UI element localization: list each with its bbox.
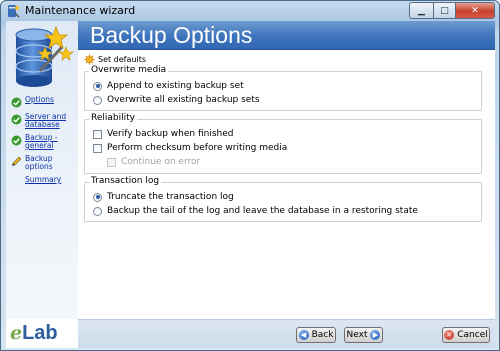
step-label: Backup options [25, 154, 53, 171]
step-server-and-database[interactable]: Server and database [11, 113, 79, 129]
checkbox-indicator [93, 143, 102, 153]
window-controls: ▁ □ ✕ [409, 2, 495, 19]
step-options[interactable]: Options [11, 96, 79, 108]
set-defaults-button[interactable]: Set defaults [84, 54, 146, 65]
option-label: Append to existing backup set [107, 81, 244, 91]
step-backup-general[interactable]: Backup - general [11, 134, 79, 150]
steps-sidebar: Options Server and database Backup - gen… [6, 21, 79, 344]
minimize-icon: ▁ [418, 5, 425, 16]
page-title: Backup Options [90, 22, 253, 48]
elab-logo: e Lab [10, 321, 58, 345]
option-label: Overwrite all existing backup sets [107, 95, 260, 105]
maximize-button[interactable]: □ [433, 2, 455, 19]
step-label: Options [25, 95, 54, 104]
back-label: Back [311, 330, 334, 340]
option-label: Perform checksum before writing media [107, 143, 288, 153]
step-backup-options[interactable]: Backup options [11, 155, 79, 171]
option-label: Verify backup when finished [107, 129, 234, 139]
back-button[interactable]: ◀ Back [296, 327, 336, 343]
window-title: Maintenance wizard [25, 4, 136, 17]
radio-indicator [93, 206, 102, 216]
wizard-app-icon [6, 4, 20, 18]
verify-backup-checkbox[interactable]: Verify backup when finished [93, 129, 233, 139]
cancel-icon: ✕ [444, 330, 455, 340]
cancel-button[interactable]: ✕ Cancel [442, 327, 490, 343]
option-label: Continue on error [121, 157, 201, 167]
green-check-icon [11, 114, 22, 125]
green-check-icon [11, 97, 22, 108]
wizard-footer: ◀ Back Next ▶ ✕ Cancel [78, 319, 495, 348]
minimize-button[interactable]: ▁ [409, 2, 433, 19]
cancel-label: Cancel [457, 330, 488, 340]
page-header: Backup Options [78, 21, 495, 50]
title-bar[interactable]: Maintenance wizard ▁ □ ✕ [1, 1, 499, 21]
wizard-client-area: Options Server and database Backup - gen… [6, 21, 495, 348]
sun-gear-icon [84, 54, 95, 65]
step-label: Backup - general [25, 133, 58, 150]
set-defaults-label: Set defaults [98, 55, 146, 64]
step-label: Summary [25, 175, 62, 184]
options-panel: Set defaults Overwrite media Append to e… [78, 50, 495, 319]
truncate-log-radio[interactable]: Truncate the transaction log [93, 192, 234, 202]
checkbox-indicator [107, 157, 116, 167]
radio-indicator [93, 95, 102, 105]
close-button[interactable]: ✕ [455, 2, 495, 19]
transaction-log-group: Transaction log Truncate the transaction… [84, 176, 482, 222]
next-button[interactable]: Next ▶ [344, 327, 383, 343]
option-label: Backup the tail of the log and leave the… [107, 206, 418, 216]
overwrite-media-group: Overwrite media Append to existing backu… [84, 65, 482, 111]
close-icon: ✕ [471, 5, 479, 16]
continue-on-error-checkbox[interactable]: Continue on error [107, 157, 200, 167]
next-arrow-icon: ▶ [370, 330, 381, 340]
checkbox-indicator [93, 129, 102, 139]
logo-text: Lab [22, 321, 58, 344]
back-arrow-icon: ◀ [298, 330, 309, 340]
append-backup-radio[interactable]: Append to existing backup set [93, 81, 244, 91]
next-label: Next [346, 330, 368, 340]
radio-indicator [93, 192, 102, 202]
group-title: Transaction log [89, 176, 162, 186]
group-title: Reliability [89, 113, 137, 123]
logo-prefix: e [10, 322, 23, 344]
reliability-group: Reliability Verify backup when finished … [84, 113, 482, 174]
group-title: Overwrite media [89, 65, 169, 75]
overwrite-backup-radio[interactable]: Overwrite all existing backup sets [93, 95, 260, 105]
checksum-checkbox[interactable]: Perform checksum before writing media [93, 143, 287, 153]
green-check-icon [11, 135, 22, 146]
wizard-window: Maintenance wizard ▁ □ ✕ Options Server … [0, 0, 500, 351]
step-summary[interactable]: Summary [11, 176, 79, 184]
backup-tail-radio[interactable]: Backup the tail of the log and leave the… [93, 206, 418, 216]
option-label: Truncate the transaction log [107, 192, 234, 202]
maximize-icon: □ [440, 5, 449, 16]
radio-indicator [93, 81, 102, 91]
pencil-icon [11, 156, 22, 167]
database-stars-icon [10, 25, 74, 91]
step-label: Server and database [25, 112, 67, 129]
steps-list: Options Server and database Backup - gen… [11, 96, 79, 189]
